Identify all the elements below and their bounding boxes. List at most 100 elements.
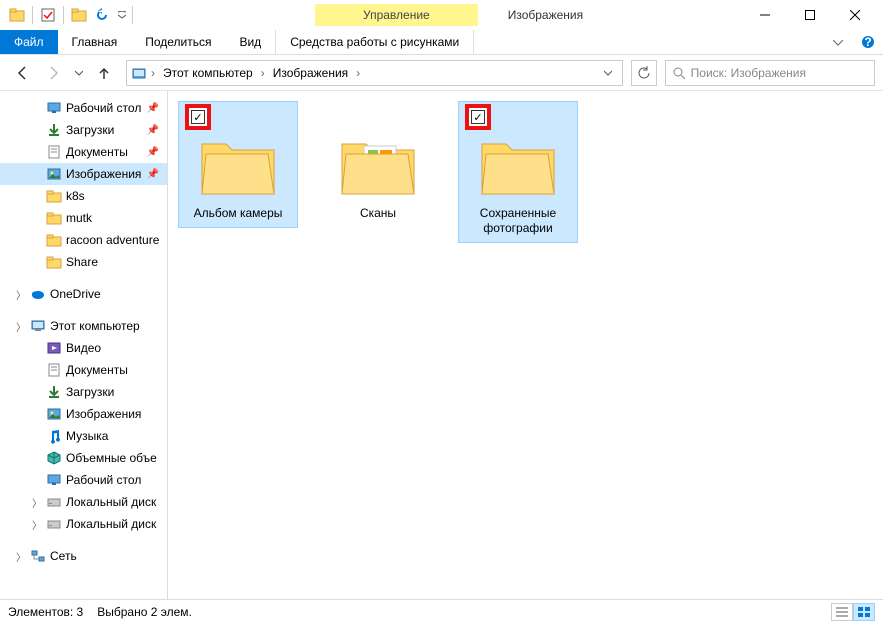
tree-item[interactable]: Документы: [0, 359, 167, 381]
undo-icon[interactable]: [92, 4, 114, 26]
tree-item-label: racoon adventure: [66, 233, 159, 247]
up-button[interactable]: [90, 59, 118, 87]
search-box[interactable]: [665, 60, 875, 86]
properties-checkbox-icon[interactable]: [37, 4, 59, 26]
details-view-button[interactable]: [831, 603, 853, 621]
back-button[interactable]: [8, 59, 36, 87]
tree-item[interactable]: 〉 Сеть: [0, 545, 167, 567]
chevron-right-icon[interactable]: ›: [354, 66, 362, 80]
documents-icon: [46, 362, 62, 378]
breadcrumb-pictures[interactable]: Изображения: [269, 64, 352, 82]
music-icon: [46, 428, 62, 444]
breadcrumb-pc[interactable]: Этот компьютер: [159, 64, 257, 82]
tree-item[interactable]: 〉 OneDrive: [0, 283, 167, 305]
forward-button[interactable]: [40, 59, 68, 87]
navigation-pane: Рабочий стол📌Загрузки📌Документы📌Изображе…: [0, 91, 167, 599]
folder-item[interactable]: ✓ Сохраненные фотографии: [458, 101, 578, 243]
tree-item[interactable]: Документы 📌: [0, 141, 167, 163]
minimize-button[interactable]: [742, 0, 787, 30]
tab-share[interactable]: Поделиться: [131, 30, 225, 54]
tree-item[interactable]: Изображения: [0, 403, 167, 425]
tree-item[interactable]: Объемные объе: [0, 447, 167, 469]
tree-item-label: OneDrive: [50, 287, 101, 301]
tree-item-label: Документы: [66, 145, 128, 159]
tree-item-label: Этот компьютер: [50, 319, 140, 333]
view-switcher: [831, 603, 875, 621]
expand-arrow-icon[interactable]: 〉: [32, 495, 42, 510]
expand-arrow-icon[interactable]: 〉: [16, 287, 26, 302]
tree-item[interactable]: Загрузки: [0, 381, 167, 403]
selection-checkbox[interactable]: ✓: [471, 110, 485, 124]
folder-icon: [196, 130, 280, 200]
pictures-icon: [46, 166, 62, 182]
expand-arrow-icon[interactable]: 〉: [32, 517, 42, 532]
svg-text:?: ?: [864, 35, 871, 49]
tab-view[interactable]: Вид: [225, 30, 275, 54]
search-input[interactable]: [691, 66, 868, 80]
tree-item-label: Локальный диск: [66, 495, 156, 509]
expand-arrow-icon[interactable]: 〉: [16, 549, 26, 564]
expand-arrow-icon[interactable]: 〉: [16, 319, 26, 334]
tree-item[interactable]: 〉 Локальный диск: [0, 491, 167, 513]
tree-item-label: Документы: [66, 363, 128, 377]
ribbon-context-tab[interactable]: Управление: [315, 4, 478, 26]
tree-item-label: k8s: [66, 189, 85, 203]
tree-item[interactable]: Share: [0, 251, 167, 273]
tab-picture-tools[interactable]: Средства работы с рисунками: [276, 30, 473, 54]
folder-icon[interactable]: [6, 4, 28, 26]
tree-item[interactable]: Видео: [0, 337, 167, 359]
recent-dropdown-icon[interactable]: [72, 59, 86, 87]
folder-small-icon[interactable]: [68, 4, 90, 26]
search-icon: [672, 66, 685, 80]
status-bar: Элементов: 3 Выбрано 2 элем.: [0, 599, 883, 623]
folder-icon: [476, 130, 560, 200]
onedrive-icon: [30, 286, 46, 302]
selection-checkbox-highlight: ✓: [465, 104, 491, 130]
tree-item[interactable]: mutk: [0, 207, 167, 229]
folder-item[interactable]: Сканы: [318, 101, 438, 228]
tree-item-label: Музыка: [66, 429, 108, 443]
tree-item[interactable]: Изображения📌: [0, 163, 167, 185]
chevron-right-icon[interactable]: ›: [149, 66, 157, 80]
help-icon[interactable]: ?: [853, 30, 883, 54]
tree-item-label: Сеть: [50, 549, 77, 563]
refresh-button[interactable]: [631, 60, 657, 86]
videos-icon: [46, 340, 62, 356]
tree-item-label: Видео: [66, 341, 101, 355]
folder-icon: [46, 188, 62, 204]
address-dropdown-icon[interactable]: [598, 61, 618, 85]
qat-dropdown-icon[interactable]: [116, 4, 128, 26]
icons-view-button[interactable]: [853, 603, 875, 621]
address-bar[interactable]: › Этот компьютер › Изображения ›: [126, 60, 623, 86]
maximize-button[interactable]: [787, 0, 832, 30]
folder-icon: [46, 232, 62, 248]
pin-icon: 📌: [147, 147, 163, 158]
tree-item-label: Share: [66, 255, 98, 269]
documents-icon: [46, 144, 62, 160]
disk-icon: [46, 494, 62, 510]
downloads-icon: [46, 384, 62, 400]
desktop-icon: [46, 472, 62, 488]
titlebar: Управление Изображения: [0, 0, 883, 30]
location-icon: [131, 65, 147, 81]
selection-checkbox[interactable]: ✓: [191, 110, 205, 124]
tab-home[interactable]: Главная: [58, 30, 132, 54]
tree-item[interactable]: Музыка: [0, 425, 167, 447]
tree-item[interactable]: Загрузки📌: [0, 119, 167, 141]
folder-label: Сохраненные фотографии: [463, 206, 573, 236]
pin-icon: 📌: [147, 169, 163, 180]
content-area[interactable]: ✓Альбом камерыСканы ✓ Сохраненные фотограф…: [168, 91, 883, 599]
tree-item[interactable]: Рабочий стол: [0, 469, 167, 491]
close-button[interactable]: [832, 0, 877, 30]
tree-item[interactable]: racoon adventure: [0, 229, 167, 251]
pc-icon: [30, 318, 46, 334]
tab-file[interactable]: Файл: [0, 30, 58, 54]
ribbon-tabs: Файл Главная Поделиться Вид Средства раб…: [0, 30, 883, 55]
tree-item[interactable]: k8s: [0, 185, 167, 207]
chevron-right-icon[interactable]: ›: [259, 66, 267, 80]
tree-item[interactable]: 〉Локальный диск: [0, 513, 167, 535]
tree-item[interactable]: Рабочий стол📌: [0, 97, 167, 119]
tree-item[interactable]: 〉 Этот компьютер: [0, 315, 167, 337]
folder-item[interactable]: ✓Альбом камеры: [178, 101, 298, 228]
ribbon-expand-icon[interactable]: [823, 30, 853, 54]
